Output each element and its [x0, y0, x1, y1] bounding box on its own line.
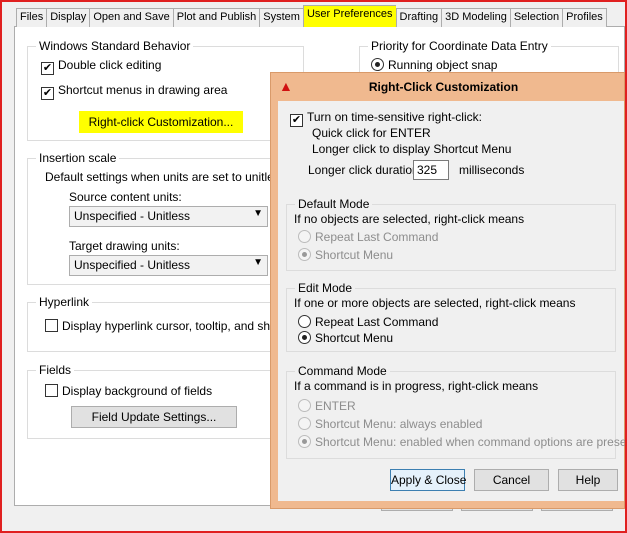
- radio-icon: [298, 435, 311, 448]
- dialog-body: ✔ Turn on time-sensitive right-click: Qui…: [278, 101, 627, 501]
- chevron-down-icon: ▼: [253, 208, 263, 219]
- radio-icon: [298, 230, 311, 243]
- value: Unspecified - Unitless: [74, 258, 191, 272]
- longer-click-text: Longer click to display Shortcut Menu: [312, 142, 512, 156]
- default-mode-group: Default Mode If no objects are selected,…: [286, 197, 616, 271]
- right-click-customization-button[interactable]: Right-click Customization...: [79, 111, 243, 133]
- insertion-desc: Default settings when units are set to u…: [45, 170, 290, 184]
- edit-mode-group: Edit Mode If one or more objects are sel…: [286, 281, 616, 352]
- tab-3d-modeling[interactable]: 3D Modeling: [441, 8, 510, 27]
- running-snap-radio[interactable]: Running object snap: [371, 58, 497, 72]
- cancel-button[interactable]: Cancel: [474, 469, 549, 491]
- command-always-radio: Shortcut Menu: always enabled: [298, 417, 482, 431]
- label: Shortcut Menu: [315, 248, 394, 262]
- label: ENTER: [315, 399, 356, 413]
- group-desc: If no objects are selected, right-click …: [294, 212, 525, 226]
- apply-close-button[interactable]: Apply & Close: [390, 469, 466, 491]
- source-units-label: Source content units:: [69, 190, 182, 204]
- checkbox-box: [45, 319, 58, 332]
- field-background-checkbox[interactable]: Display background of fields: [45, 384, 212, 398]
- label: Shortcut Menu: [315, 331, 394, 345]
- hyperlink-checkbox[interactable]: Display hyperlink cursor, tooltip, and s…: [45, 319, 300, 333]
- duration-unit: milliseconds: [459, 163, 525, 177]
- duration-input[interactable]: 325: [413, 160, 449, 180]
- check-icon: ✔: [41, 87, 54, 100]
- group-title: Command Mode: [295, 364, 390, 378]
- tab-profiles[interactable]: Profiles: [562, 8, 607, 27]
- value: Unspecified - Unitless: [74, 209, 191, 223]
- label: Turn on time-sensitive right-click:: [307, 110, 482, 124]
- source-units-select[interactable]: Unspecified - Unitless ▼: [69, 206, 268, 227]
- group-title: Hyperlink: [36, 295, 93, 309]
- chevron-down-icon: ▼: [253, 257, 263, 268]
- tab-plot-publish[interactable]: Plot and Publish: [172, 8, 260, 27]
- tab-drafting[interactable]: Drafting: [395, 8, 442, 27]
- shortcut-menus-checkbox[interactable]: ✔ Shortcut menus in drawing area: [41, 83, 227, 100]
- label: Shortcut Menu: always enabled: [315, 417, 483, 431]
- radio-icon: [298, 417, 311, 430]
- command-enter-radio: ENTER: [298, 399, 356, 413]
- group-title: Default Mode: [295, 197, 373, 211]
- dialog-title: Right-Click Customization: [368, 80, 519, 94]
- default-repeat-radio: Repeat Last Command: [298, 230, 438, 244]
- right-click-customization-dialog: ▲ Right-Click Customization ✔ Turn on tim…: [270, 72, 627, 509]
- field-update-settings-button[interactable]: Field Update Settings...: [71, 406, 237, 428]
- group-title: Insertion scale: [36, 151, 120, 165]
- help-button[interactable]: Help: [558, 469, 618, 491]
- double-click-checkbox[interactable]: ✔ Double click editing: [41, 58, 161, 75]
- radio-icon: [298, 315, 311, 328]
- default-shortcut-radio: Shortcut Menu: [298, 248, 393, 262]
- tab-system[interactable]: System: [259, 8, 303, 27]
- label: Repeat Last Command: [315, 230, 439, 244]
- group-title: Fields: [36, 363, 75, 377]
- label: Display background of fields: [62, 384, 213, 398]
- check-icon: ✔: [290, 114, 303, 127]
- command-mode-group: Command Mode If a command is in progress…: [286, 364, 627, 459]
- checkbox-box: [45, 384, 58, 397]
- edit-shortcut-radio[interactable]: Shortcut Menu: [298, 331, 393, 345]
- tab-files[interactable]: Files: [16, 8, 47, 27]
- radio-icon: [371, 58, 384, 71]
- label: Display hyperlink cursor, tooltip, and s…: [62, 319, 301, 333]
- time-sensitive-checkbox[interactable]: ✔ Turn on time-sensitive right-click:: [290, 110, 482, 127]
- tab-selection[interactable]: Selection: [509, 8, 563, 27]
- target-units-label: Target drawing units:: [69, 239, 180, 253]
- check-icon: ✔: [41, 62, 54, 75]
- fields-group: Fields: [27, 363, 304, 439]
- group-desc: If one or more objects are selected, rig…: [294, 296, 576, 310]
- tab-user-preferences[interactable]: User Preferences: [302, 5, 396, 27]
- label: Shortcut Menu: enabled when command opti…: [315, 435, 627, 449]
- label: Shortcut menus in drawing area: [58, 83, 228, 97]
- group-desc: If a command is in progress, right-click…: [294, 379, 539, 393]
- radio-icon: [298, 399, 311, 412]
- group-title: Priority for Coordinate Data Entry: [368, 39, 551, 53]
- group-title: Edit Mode: [295, 281, 356, 295]
- quick-click-text: Quick click for ENTER: [312, 126, 431, 140]
- edit-repeat-radio[interactable]: Repeat Last Command: [298, 315, 438, 329]
- label: Repeat Last Command: [315, 315, 439, 329]
- command-options-radio: Shortcut Menu: enabled when command opti…: [298, 435, 627, 449]
- tab-bar: Files Display Open and Save Plot and Pub…: [16, 5, 607, 27]
- group-title: Windows Standard Behavior: [36, 39, 194, 53]
- label: Running object snap: [388, 58, 498, 72]
- tab-display[interactable]: Display: [46, 8, 90, 27]
- target-units-select[interactable]: Unspecified - Unitless ▼: [69, 255, 268, 276]
- radio-icon: [298, 248, 311, 261]
- radio-icon: [298, 331, 311, 344]
- label: Double click editing: [58, 58, 162, 72]
- duration-label: Longer click duration:: [308, 163, 423, 177]
- tab-open-save[interactable]: Open and Save: [89, 8, 173, 27]
